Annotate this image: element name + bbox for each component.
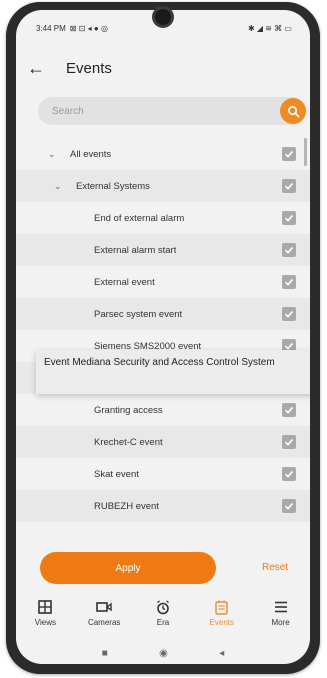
nav-label: Events xyxy=(209,618,235,627)
event-label: External event xyxy=(94,276,155,288)
checkmark-icon xyxy=(284,438,294,446)
recents-icon[interactable]: ■ xyxy=(102,648,108,659)
event-label: External Systems xyxy=(76,180,150,192)
reset-button[interactable]: Reset xyxy=(262,562,288,573)
event-label: RUBEZH event xyxy=(94,500,159,512)
chevron-down-icon[interactable]: ⌄ xyxy=(48,149,60,160)
search-placeholder: Search xyxy=(52,105,84,117)
event-row[interactable]: RUBEZH event xyxy=(16,490,310,522)
event-label: Krechet-C event xyxy=(94,436,163,448)
status-system-icons: ✱ ◢ ≋ ⌘ ▭ xyxy=(247,23,292,33)
checkmark-icon xyxy=(284,278,294,286)
event-label: Parsec system event xyxy=(94,308,183,320)
event-row[interactable]: Parsec system event xyxy=(16,298,310,330)
status-notification-icons: ⊠ ⊡ ◂ ● ◎ xyxy=(69,23,108,33)
chevron-down-icon[interactable]: ⌄ xyxy=(54,181,66,192)
event-label: Skat event xyxy=(94,468,139,480)
events-icon xyxy=(215,598,229,616)
event-checkbox[interactable] xyxy=(282,243,296,257)
event-checkbox[interactable] xyxy=(282,275,296,289)
event-checkbox[interactable] xyxy=(282,403,296,417)
checkmark-icon xyxy=(284,246,294,254)
home-icon[interactable]: ◉ xyxy=(159,648,168,659)
nav-label: Cameras xyxy=(87,618,121,627)
event-row[interactable]: Krechet-C event xyxy=(16,426,310,458)
app-screen: 3:44 PM ⊠ ⊡ ◂ ● ◎ ✱ ◢ ≋ ⌘ ▭ ← Events Sea… xyxy=(16,10,310,664)
nav-item-events[interactable]: Events xyxy=(195,598,249,640)
alarm-clock-icon xyxy=(156,598,170,616)
nav-label: Era xyxy=(156,618,170,627)
event-row[interactable]: Skat event xyxy=(16,458,310,490)
event-row[interactable]: ⌄ External Systems xyxy=(16,170,310,202)
nav-item-views[interactable]: Views xyxy=(18,598,72,640)
status-time: 3:44 PM xyxy=(36,23,66,33)
back-arrow-icon[interactable]: ← xyxy=(16,58,56,79)
checkmark-icon xyxy=(284,310,294,318)
camera-icon xyxy=(96,598,112,616)
search-input[interactable]: Search xyxy=(38,97,306,125)
search-icon xyxy=(287,105,299,117)
event-row[interactable]: End of external alarm xyxy=(16,202,310,234)
nav-item-era[interactable]: Era xyxy=(136,598,190,640)
event-checkbox[interactable] xyxy=(282,435,296,449)
event-label: Granting access xyxy=(94,404,163,416)
checkmark-icon xyxy=(284,470,294,478)
search-button[interactable] xyxy=(280,98,306,124)
front-camera xyxy=(152,6,174,28)
menu-icon xyxy=(274,598,288,616)
nav-label: Views xyxy=(34,618,56,627)
nav-item-more[interactable]: More xyxy=(254,598,308,640)
event-row[interactable]: ⌄ All events xyxy=(16,138,310,170)
checkmark-icon xyxy=(284,150,294,158)
event-checkbox[interactable] xyxy=(282,147,296,161)
app-bar: ← Events xyxy=(16,50,310,86)
nav-item-cameras[interactable]: Cameras xyxy=(77,598,131,640)
grid-icon xyxy=(38,598,53,616)
page-title: Events xyxy=(66,59,112,77)
event-row[interactable]: External event xyxy=(16,266,310,298)
event-label: External alarm start xyxy=(94,244,177,256)
phone-frame: 3:44 PM ⊠ ⊡ ◂ ● ◎ ✱ ◢ ≋ ⌘ ▭ ← Events Sea… xyxy=(6,2,320,674)
nav-label: More xyxy=(271,618,290,627)
event-checkbox[interactable] xyxy=(282,179,296,193)
checkmark-icon xyxy=(284,182,294,190)
event-checkbox[interactable] xyxy=(282,499,296,513)
action-bar: Apply Reset xyxy=(16,550,310,590)
event-checkbox[interactable] xyxy=(282,467,296,481)
event-checkbox[interactable] xyxy=(282,307,296,321)
checkmark-icon xyxy=(284,214,294,222)
system-back-icon[interactable]: ◂ xyxy=(219,648,224,659)
checkmark-icon xyxy=(284,502,294,510)
event-checkbox[interactable] xyxy=(282,211,296,225)
event-row[interactable]: External alarm start xyxy=(16,234,310,266)
event-label: All events xyxy=(70,148,112,160)
bottom-nav: Views Cameras Era Events More xyxy=(16,598,310,640)
event-label: End of external alarm xyxy=(94,212,185,224)
apply-button[interactable]: Apply xyxy=(40,552,216,584)
event-row[interactable]: Granting access xyxy=(16,394,310,426)
tooltip: Event Mediana Security and Access Contro… xyxy=(36,350,310,394)
system-nav-bar: ■ ◉ ◂ xyxy=(16,644,310,662)
checkmark-icon xyxy=(284,406,294,414)
